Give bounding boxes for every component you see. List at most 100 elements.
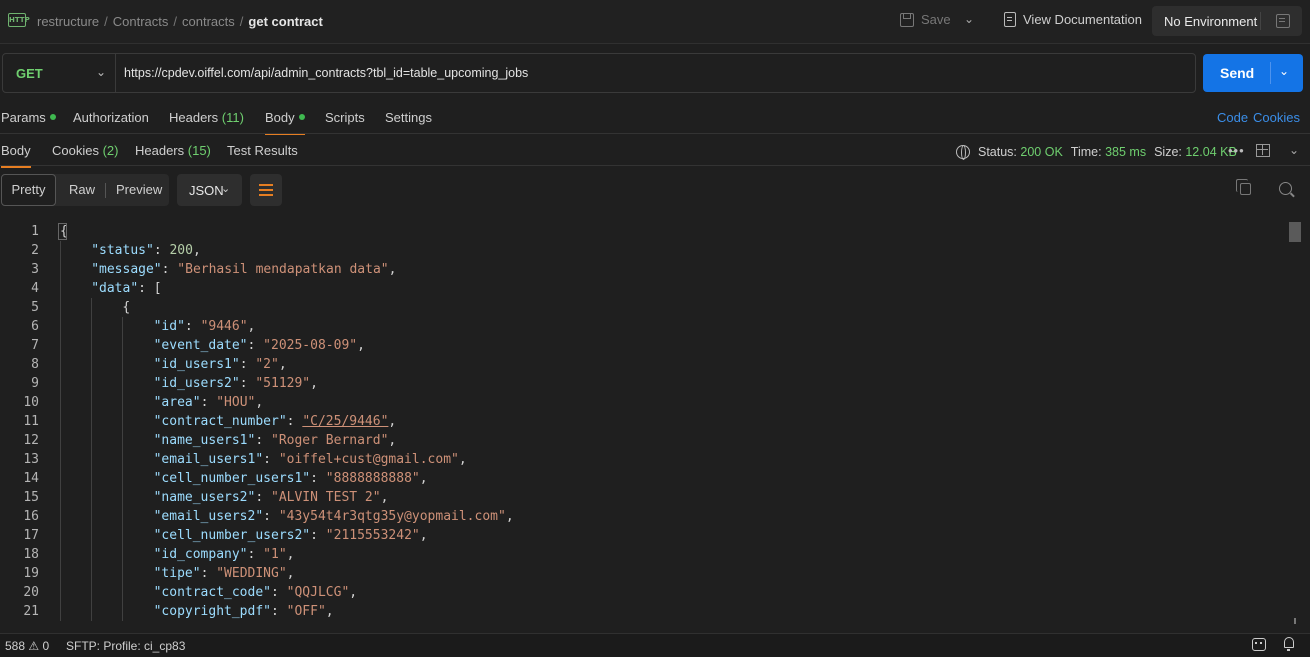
view-documentation-button[interactable]: View Documentation xyxy=(1004,12,1142,27)
code-line: 5{ xyxy=(0,298,1288,317)
cookies-link[interactable]: Cookies xyxy=(1253,110,1300,125)
chevron-down-icon[interactable]: ⌄ xyxy=(96,65,106,79)
environment-icon[interactable] xyxy=(1276,14,1290,28)
tab-response-body[interactable]: Body xyxy=(1,143,31,168)
json-punctuation: : xyxy=(200,566,217,581)
url-input[interactable]: https://cpdev.oiffel.com/api/admin_contr… xyxy=(124,66,528,80)
breadcrumb-item[interactable]: restructure xyxy=(37,14,99,29)
chevron-down-icon[interactable]: ⌄ xyxy=(1279,64,1289,78)
bot-icon[interactable] xyxy=(1252,638,1266,651)
line-number: 5 xyxy=(31,300,39,315)
code-line: 1{ xyxy=(0,222,1288,241)
tab-settings[interactable]: Settings xyxy=(385,110,432,125)
code-text: "id_company": "1", xyxy=(154,545,295,564)
code-link[interactable]: Code xyxy=(1217,110,1248,125)
json-key: "email_users2" xyxy=(153,509,264,524)
json-punctuation: , xyxy=(278,357,287,372)
json-string: "oiffel+cust@gmail.com" xyxy=(278,452,459,467)
line-number: 21 xyxy=(23,604,39,619)
search-icon[interactable] xyxy=(1279,182,1292,195)
wrap-lines-button[interactable] xyxy=(250,174,282,206)
line-number: 4 xyxy=(31,281,39,296)
divider xyxy=(1260,12,1261,30)
status-bar: 588 ⚠ 0 SFTP: Profile: ci_cp83 xyxy=(0,633,1310,657)
json-string: "1" xyxy=(263,547,287,562)
json-punctuation: : xyxy=(263,452,279,467)
view-raw-button[interactable]: Raw xyxy=(69,182,95,197)
breadcrumb-item[interactable]: contracts xyxy=(182,14,235,29)
json-punctuation: , xyxy=(310,376,318,391)
json-key: "status" xyxy=(91,243,154,258)
scrollbar-thumb[interactable] xyxy=(1289,222,1301,242)
send-button[interactable]: Send ⌄ xyxy=(1203,54,1303,92)
json-key: "name_users2" xyxy=(153,490,256,505)
size-label: Size: xyxy=(1154,145,1182,159)
copy-icon[interactable] xyxy=(1236,179,1251,195)
tab-label: Cookies xyxy=(52,143,99,158)
code-line: 7 "event_date": "2025-08-09", xyxy=(0,336,1288,355)
json-key: "id_users1" xyxy=(153,357,240,372)
tab-scripts[interactable]: Scripts xyxy=(325,110,365,125)
code-text: "tipe": "WEDDING", xyxy=(154,564,295,583)
chevron-down-icon[interactable]: ⌄ xyxy=(1289,143,1299,157)
wrap-icon xyxy=(259,184,273,196)
globe-icon[interactable] xyxy=(956,145,970,160)
tab-count: (15) xyxy=(187,143,211,158)
response-body-editor[interactable]: 1{2 "status": 200, 3 "message": "Berhasil m… xyxy=(0,222,1288,626)
json-punctuation: , xyxy=(388,262,397,277)
json-punctuation: : xyxy=(255,433,271,448)
bell-icon[interactable] xyxy=(1284,637,1294,651)
code-text: "copyright_pdf": "OFF", xyxy=(154,602,334,621)
code-text: "data": [ xyxy=(91,279,161,298)
tab-headers[interactable]: Headers (11) xyxy=(169,110,244,125)
tab-test-results[interactable]: Test Results xyxy=(227,143,298,158)
line-number: 18 xyxy=(23,547,39,562)
json-punctuation: : xyxy=(263,509,279,524)
line-number: 14 xyxy=(23,471,39,486)
divider xyxy=(105,183,106,198)
json-key: "message" xyxy=(91,262,162,277)
code-text: { xyxy=(122,298,130,317)
tab-params[interactable]: Params xyxy=(1,110,56,125)
json-key: "copyright_pdf" xyxy=(153,604,271,619)
code-text: "name_users2": "ALVIN TEST 2", xyxy=(154,488,389,507)
chevron-down-icon[interactable]: ⌄ xyxy=(964,12,974,26)
time-value[interactable]: 385 ms xyxy=(1105,145,1146,159)
layout-icon[interactable] xyxy=(1256,144,1270,157)
breadcrumb-item[interactable]: Contracts xyxy=(113,14,169,29)
line-number: 11 xyxy=(23,414,39,429)
vertical-scrollbar[interactable] xyxy=(1288,222,1302,626)
more-options-icon[interactable]: ••• xyxy=(1228,143,1245,158)
format-select[interactable]: JSON ⌄ xyxy=(177,174,242,206)
code-text: "contract_number": "C/25/9446", xyxy=(154,412,397,431)
line-number: 20 xyxy=(23,585,39,600)
json-string: "2" xyxy=(255,357,279,372)
tab-response-headers[interactable]: Headers (15) xyxy=(135,143,211,158)
view-documentation-label: View Documentation xyxy=(1023,12,1142,27)
method-selector[interactable]: GET xyxy=(16,66,43,81)
json-punctuation: , xyxy=(505,509,514,524)
tab-authorization[interactable]: Authorization xyxy=(73,110,149,125)
bracket-highlight xyxy=(58,223,67,240)
tab-response-cookies[interactable]: Cookies (2) xyxy=(52,143,118,158)
json-punctuation: , xyxy=(247,319,256,334)
problems-indicator[interactable]: 588 ⚠ 0 xyxy=(5,639,49,653)
environment-label: No Environment xyxy=(1164,14,1258,29)
tab-label: Headers xyxy=(135,143,185,158)
code-text: "event_date": "2025-08-09", xyxy=(154,336,365,355)
save-button[interactable]: Save xyxy=(900,12,951,27)
sftp-profile[interactable]: SFTP: Profile: ci_cp83 xyxy=(66,639,185,653)
view-preview-button[interactable]: Preview xyxy=(116,182,162,197)
tab-label: Params xyxy=(1,110,46,125)
send-label: Send xyxy=(1220,65,1255,81)
view-pretty-button[interactable]: Pretty xyxy=(1,174,56,206)
tab-body[interactable]: Body xyxy=(265,110,305,135)
code-text: "email_users2": "43y54t4r3qtg35y@yopmail… xyxy=(154,507,514,526)
request-name[interactable]: get contract xyxy=(248,14,322,29)
http-icon: HTTP xyxy=(8,13,30,27)
json-key: "contract_number" xyxy=(153,414,287,429)
status-value[interactable]: 200 OK xyxy=(1020,145,1062,159)
json-string: "2025-08-09" xyxy=(263,338,358,353)
environment-selector[interactable]: No Environment xyxy=(1152,6,1302,36)
json-punctuation: : xyxy=(239,376,256,391)
